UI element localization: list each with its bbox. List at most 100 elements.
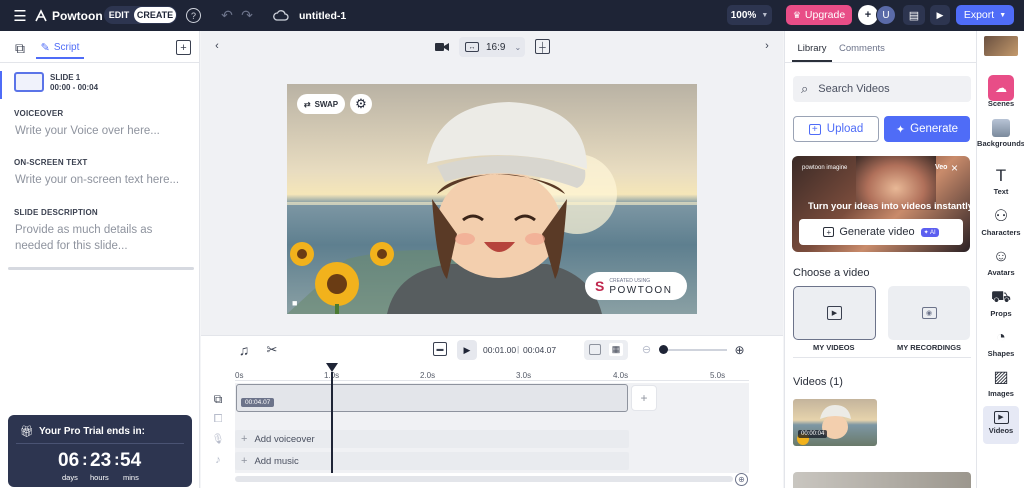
undo-icon[interactable]: ↶ [219, 6, 235, 24]
list-view-icon[interactable] [589, 344, 601, 355]
onscreen-text-input[interactable]: Write your on-screen text here... [15, 172, 185, 188]
powtoon-logo[interactable]: Powtoon [34, 6, 103, 26]
camera-icon[interactable] [433, 39, 451, 55]
create-mode-button[interactable]: CREATE [134, 7, 176, 23]
imagine-promo-card[interactable]: powtoon imagine Veo × Turn your ideas in… [792, 156, 970, 252]
edit-mode-button[interactable]: EDIT [106, 7, 132, 23]
upload-icon: + [808, 123, 821, 135]
export-button[interactable]: Export ▼ [956, 5, 1014, 25]
rail-characters[interactable]: ⚇ Characters [977, 208, 1024, 237]
zoom-slider-track[interactable] [661, 349, 727, 351]
tab-script[interactable]: ✎ Script [36, 37, 84, 59]
video-plus-icon: + [823, 227, 835, 237]
cloud-icon [273, 10, 289, 21]
close-icon[interactable]: × [951, 161, 958, 175]
swap-label: SWAP [314, 99, 339, 109]
slide-thumbnail[interactable] [14, 72, 44, 92]
zoom-select[interactable]: 100% ▼ [727, 5, 772, 25]
zoom-out-icon[interactable]: ⊖ [640, 343, 653, 356]
menu-icon[interactable]: ☰ [10, 6, 30, 26]
audio-effects-icon[interactable]: ♫ [235, 341, 253, 359]
zoom-in-icon[interactable]: ⊕ [733, 343, 746, 357]
trial-title: Your Pro Trial ends in: [39, 426, 145, 437]
rail-label: Text [993, 187, 1009, 196]
rail-avatars[interactable]: ☺ Avatars [977, 248, 1024, 277]
add-slide-icon[interactable]: + [176, 40, 191, 55]
rail-props[interactable]: ⛟ Props [977, 289, 1024, 318]
zoom-value: 100% [730, 9, 757, 21]
rail-label: Backgrounds [977, 139, 1024, 148]
redo-icon[interactable]: ↷ [239, 6, 255, 24]
tab-library[interactable]: Library [792, 41, 832, 62]
upload-button[interactable]: + Upload [793, 116, 879, 142]
rail-scenes[interactable]: ☁ Scenes [977, 75, 1024, 107]
swap-icon: ⇄ [303, 99, 311, 109]
timeline-ruler[interactable]: 0s 1.0s 2.0s 3.0s 4.0s 5.0s [235, 363, 749, 381]
rail-label: Characters [981, 228, 1021, 237]
rail-shapes[interactable]: ◔ Shapes [977, 329, 1024, 358]
slide-row-indicator [0, 71, 2, 99]
preview-slides-icon[interactable]: ▤ [903, 5, 925, 25]
panel-scrollbar[interactable] [8, 267, 194, 270]
zoom-slider-handle[interactable] [659, 345, 668, 354]
generate-label: Generate [910, 123, 959, 135]
slide-title: SLIDE 1 [50, 73, 81, 82]
crown-icon: ♛ [792, 9, 801, 20]
powtoon-watermark: S CREATED USING POWTOON [585, 272, 687, 300]
images-icon: ▨ [993, 369, 1009, 386]
timeline-scrollbar[interactable] [235, 476, 733, 482]
rail-images[interactable]: ▨ Images [977, 369, 1024, 398]
asset-rail: ☁ Scenes Backgrounds T Text ⚇ Characters… [976, 31, 1024, 488]
videos-count-title: Videos (1) [793, 376, 843, 388]
grid-icon[interactable]: ┼ [535, 39, 550, 54]
fit-timeline-icon[interactable]: ▬ [433, 342, 447, 356]
my-videos-card[interactable]: ▶ [793, 286, 876, 340]
voiceover-input[interactable]: Write your Voice over here... [15, 123, 185, 139]
stage-canvas[interactable]: ⇄ SWAP ⚙ ■ S CREATED USING POWTOON [287, 84, 697, 314]
file-name[interactable]: untitled-1 [299, 7, 346, 24]
my-recordings-card[interactable]: ◉ [888, 286, 970, 340]
collapse-right-icon[interactable]: › [760, 39, 774, 53]
mic-icon: 🎙︎ [211, 433, 225, 445]
add-music-row[interactable]: + Add music [235, 452, 629, 470]
swap-button[interactable]: ⇄ SWAP [297, 94, 345, 114]
add-user-icon[interactable]: + [858, 5, 878, 25]
scissors-icon[interactable]: ✂ [263, 341, 281, 359]
promo-brand: powtoon imagine [802, 165, 848, 171]
collapse-left-icon[interactable]: ‹ [210, 39, 224, 53]
add-voiceover-row[interactable]: + Add voiceover [235, 430, 629, 448]
pro-trial-box[interactable]: 🎁︎ Your Pro Trial ends in: 06 days : 23 … [8, 415, 192, 487]
scene-thumbnail[interactable] [984, 36, 1018, 56]
settings-button[interactable]: ⚙ [350, 94, 372, 114]
aspect-ratio-select[interactable]: ↔ 16:9 ⌄ [459, 37, 525, 57]
tab-comments[interactable]: Comments [839, 43, 885, 54]
cloud-save-icon[interactable] [272, 6, 290, 24]
upgrade-button[interactable]: ♛ Upgrade [786, 5, 852, 25]
time-separator: | [517, 344, 520, 354]
plus-icon: + [241, 433, 248, 445]
video-thumbnail[interactable]: 00:00:04 [793, 399, 877, 446]
plus-icon: + [241, 455, 248, 467]
rail-backgrounds[interactable]: Backgrounds [977, 119, 1024, 148]
play-icon[interactable]: ▶ [930, 5, 950, 25]
powtoon-logo-icon [35, 9, 47, 22]
timeline-fit-icon[interactable]: ⊕ [735, 473, 748, 486]
generate-button[interactable]: ✦ Generate [884, 116, 970, 142]
slides-icon[interactable]: ⧉ [11, 39, 29, 57]
mins-label: mins [123, 473, 139, 482]
rail-text[interactable]: T Text [977, 167, 1024, 197]
avatar[interactable]: U [876, 5, 896, 25]
play-button[interactable]: ▶ [457, 340, 477, 360]
add-clip-button[interactable]: + [631, 385, 657, 411]
film-view-icon[interactable]: ▦ [609, 343, 623, 356]
search-box[interactable]: ⌕ Search Videos [793, 76, 971, 102]
hours-value: 23 [90, 450, 112, 471]
help-icon[interactable]: ? [186, 8, 201, 23]
search-input[interactable]: Search Videos [818, 83, 889, 95]
rail-videos[interactable]: ▶ Videos [977, 411, 1024, 435]
slide-clip[interactable]: 00:04.07 [236, 384, 628, 412]
next-video-thumbnail[interactable] [793, 472, 971, 488]
slide-description-input[interactable]: Provide as much details as needed for th… [15, 222, 175, 254]
my-recordings-label: MY RECORDINGS [897, 343, 962, 352]
generate-video-button[interactable]: + Generate video ✦ AI [799, 219, 963, 245]
